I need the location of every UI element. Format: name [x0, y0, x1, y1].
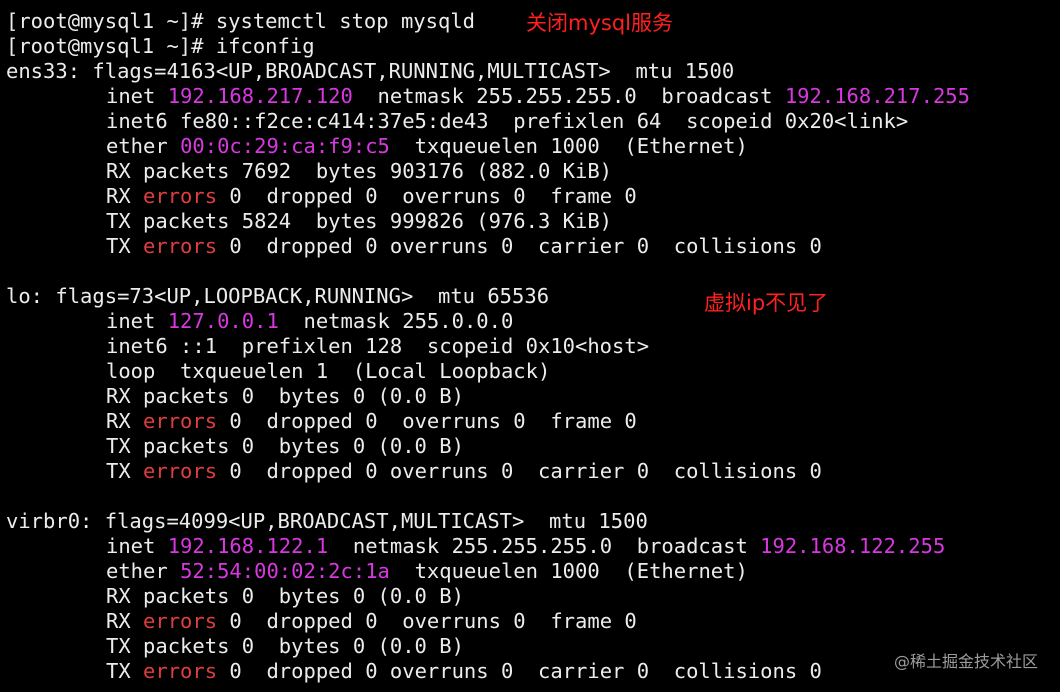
terminal-text: 0 dropped 0 overruns 0 carrier 0 collisi… [217, 234, 822, 258]
terminal-line: loop txqueuelen 1 (Local Loopback) [106, 359, 550, 384]
terminal-line: lo: flags=73<UP,LOOPBACK,RUNNING> mtu 65… [6, 284, 549, 309]
terminal-line: RX packets 0 bytes 0 (0.0 B) [106, 384, 464, 409]
terminal-text: inet6 ::1 prefixlen 128 scopeid 0x10<hos… [106, 334, 650, 358]
terminal-text: netmask 255.255.255.0 broadcast [352, 84, 785, 108]
terminal-text: loop txqueuelen 1 (Local Loopback) [106, 359, 551, 383]
terminal-line: inet 192.168.122.1 netmask 255.255.255.0… [106, 534, 945, 559]
error-keyword: errors [143, 409, 218, 433]
terminal-text: [root@mysql1 ~]# systemctl stop mysqld [6, 9, 475, 33]
terminal-line: TX packets 0 bytes 0 (0.0 B) [106, 634, 464, 659]
terminal-text: RX packets 0 bytes 0 (0.0 B) [106, 384, 464, 408]
terminal-text: inet6 fe80::f2ce:c414:37e5:de43 prefixle… [106, 109, 909, 133]
watermark: @稀土掘金技术社区 [893, 652, 1038, 671]
terminal-text: 0 dropped 0 overruns 0 frame 0 [217, 409, 637, 433]
terminal-line: RX errors 0 dropped 0 overruns 0 frame 0 [106, 609, 637, 634]
terminal-line: TX errors 0 dropped 0 overruns 0 carrier… [106, 234, 822, 259]
terminal-line: [root@mysql1 ~]# ifconfig [6, 34, 315, 59]
terminal-line: ens33: flags=4163<UP,BROADCAST,RUNNING,M… [6, 59, 734, 84]
error-keyword: errors [143, 609, 218, 633]
terminal-text: txqueuelen 1000 (Ethernet) [389, 134, 748, 158]
terminal-line: RX errors 0 dropped 0 overruns 0 frame 0 [106, 184, 637, 209]
terminal-text: TX packets 0 bytes 0 (0.0 B) [106, 634, 464, 658]
error-keyword: errors [143, 459, 218, 483]
annotation-virtual-ip-missing: 虚拟ip不见了 [704, 291, 829, 315]
terminal-line: TX packets 5824 bytes 999826 (976.3 KiB) [106, 209, 612, 234]
terminal-text: TX [106, 234, 144, 258]
terminal-line: [root@mysql1 ~]# systemctl stop mysqld [6, 9, 475, 34]
terminal-text: ens33: flags=4163<UP,BROADCAST,RUNNING,M… [6, 59, 735, 83]
terminal-line: inet6 fe80::f2ce:c414:37e5:de43 prefixle… [106, 109, 908, 134]
terminal-text: 0 dropped 0 overruns 0 frame 0 [217, 609, 637, 633]
terminal-text: virbr0: flags=4099<UP,BROADCAST,MULTICAS… [6, 509, 648, 533]
terminal-text: TX [106, 459, 144, 483]
terminal-line: virbr0: flags=4099<UP,BROADCAST,MULTICAS… [6, 509, 648, 534]
terminal-text: inet [106, 534, 168, 558]
highlighted-address: 192.168.217.120 [167, 84, 353, 108]
terminal-line: inet 127.0.0.1 netmask 255.0.0.0 [106, 309, 513, 334]
highlighted-address: 192.168.122.255 [760, 534, 946, 558]
terminal-text: 0 dropped 0 overruns 0 frame 0 [217, 184, 637, 208]
annotation-stop-mysql: 关闭mysql服务 [526, 11, 673, 35]
terminal-text: ether [106, 559, 181, 583]
terminal-text: inet [106, 309, 168, 333]
terminal-line: TX packets 0 bytes 0 (0.0 B) [106, 434, 464, 459]
terminal-text: 0 dropped 0 overruns 0 carrier 0 collisi… [217, 659, 822, 683]
terminal-line: ether 00:0c:29:ca:f9:c5 txqueuelen 1000 … [106, 134, 748, 159]
terminal-line: inet6 ::1 prefixlen 128 scopeid 0x10<hos… [106, 334, 649, 359]
terminal-window[interactable]: [root@mysql1 ~]# systemctl stop mysqld [r… [0, 0, 1060, 692]
terminal-line: inet 192.168.217.120 netmask 255.255.255… [106, 84, 970, 109]
highlighted-address: 52:54:00:02:2c:1a [180, 559, 390, 583]
terminal-text: ether [106, 134, 181, 158]
highlighted-address: 00:0c:29:ca:f9:c5 [180, 134, 390, 158]
terminal-text: RX [106, 609, 144, 633]
terminal-text: lo: flags=73<UP,LOOPBACK,RUNNING> mtu 65… [6, 284, 550, 308]
terminal-line: RX packets 0 bytes 0 (0.0 B) [106, 584, 464, 609]
highlighted-address: 127.0.0.1 [167, 309, 279, 333]
terminal-text: TX packets 0 bytes 0 (0.0 B) [106, 434, 464, 458]
terminal-text: txqueuelen 1000 (Ethernet) [389, 559, 748, 583]
error-keyword: errors [143, 184, 218, 208]
terminal-text: [root@mysql1 ~]# ifconfig [6, 34, 315, 58]
terminal-text: netmask 255.255.255.0 broadcast [328, 534, 761, 558]
terminal-line: ether 52:54:00:02:2c:1a txqueuelen 1000 … [106, 559, 748, 584]
terminal-line: RX packets 7692 bytes 903176 (882.0 KiB) [106, 159, 612, 184]
terminal-text: inet [106, 84, 168, 108]
terminal-line: TX errors 0 dropped 0 overruns 0 carrier… [106, 659, 822, 684]
highlighted-address: 192.168.217.255 [784, 84, 970, 108]
terminal-text: RX packets 0 bytes 0 (0.0 B) [106, 584, 464, 608]
terminal-text: TX packets 5824 bytes 999826 (976.3 KiB) [106, 209, 613, 233]
terminal-text: TX [106, 659, 144, 683]
terminal-text: RX [106, 184, 144, 208]
terminal-text: RX packets 7692 bytes 903176 (882.0 KiB) [106, 159, 613, 183]
terminal-text: RX [106, 409, 144, 433]
terminal-line: RX errors 0 dropped 0 overruns 0 frame 0 [106, 409, 637, 434]
terminal-text: netmask 255.0.0.0 [278, 309, 514, 333]
terminal-line: TX errors 0 dropped 0 overruns 0 carrier… [106, 459, 822, 484]
highlighted-address: 192.168.122.1 [167, 534, 329, 558]
error-keyword: errors [143, 234, 218, 258]
error-keyword: errors [143, 659, 218, 683]
terminal-text: 0 dropped 0 overruns 0 carrier 0 collisi… [217, 459, 822, 483]
